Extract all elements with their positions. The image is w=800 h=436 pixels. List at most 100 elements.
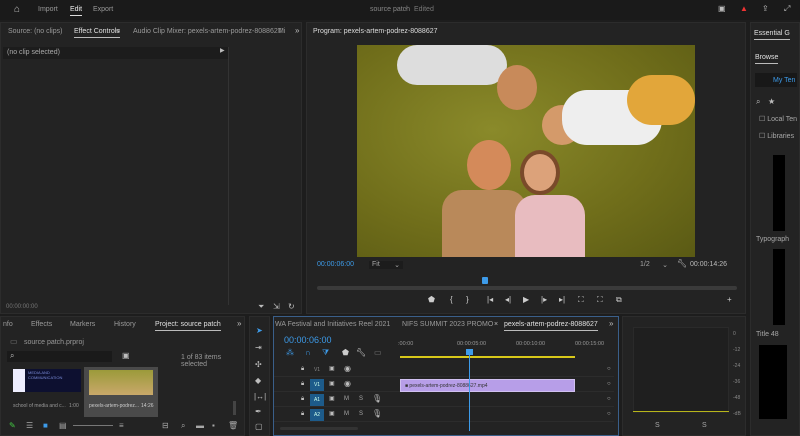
tab-sequence-1[interactable]: WA Festival and Initiatives Reel 2021 <box>275 321 390 328</box>
libraries-checkbox[interactable]: ☐ Libraries <box>759 132 794 140</box>
track-scroll-handle[interactable]: ○ <box>607 396 611 402</box>
add-button-icon[interactable]: + <box>727 295 732 304</box>
my-templates-button[interactable]: My Ten <box>773 77 795 84</box>
scrollbar[interactable] <box>233 401 236 415</box>
ripple-edit-icon[interactable]: ✣ <box>255 361 262 369</box>
track-scroll-handle[interactable]: ○ <box>607 411 611 417</box>
share-icon[interactable]: ⇪ <box>762 5 769 13</box>
lock-icon[interactable]: 🔒︎ <box>301 411 304 417</box>
go-to-in-icon[interactable]: |◂ <box>487 295 493 304</box>
eye-icon[interactable]: ◉ <box>344 365 351 373</box>
tab-browse[interactable]: Browse <box>755 54 779 64</box>
mic-icon[interactable]: 🎙︎ <box>372 395 382 403</box>
razor-icon[interactable]: ◆ <box>255 377 261 385</box>
track-select-icon[interactable]: ⇥ <box>255 344 262 352</box>
find-icon[interactable]: ⌕ <box>181 421 185 431</box>
tab-source[interactable]: Source: (no clips) <box>8 28 62 35</box>
solo-button[interactable]: S <box>359 411 363 417</box>
tab-more[interactable]: Mi <box>278 28 285 35</box>
tab-sequence-2[interactable]: NIFS SUMMIT 2023 PROMO <box>402 321 493 328</box>
sync-lock-icon[interactable]: ▣ <box>329 411 335 417</box>
overflow-icon[interactable]: » <box>609 320 613 328</box>
extract-icon[interactable]: ⛶ <box>597 295 603 305</box>
track-v1[interactable]: 🔒︎ V1 ▣ ◉ ○ <box>274 363 614 377</box>
play-icon[interactable]: ▶ <box>523 295 529 304</box>
local-templates-checkbox[interactable]: ☐ Local Ten <box>759 115 797 123</box>
snap-icon[interactable]: ∩ <box>305 348 311 357</box>
export-frame-icon[interactable]: ⇲ <box>273 303 280 311</box>
panel-menu-icon[interactable]: ≡ <box>116 28 120 35</box>
mute-button[interactable]: M <box>344 411 349 417</box>
overflow-icon[interactable]: » <box>237 320 241 328</box>
horizontal-scrollbar[interactable] <box>280 427 358 430</box>
tab-audio-clip-mixer[interactable]: Audio Clip Mixer: pexels-artem-podrez-80… <box>133 28 282 35</box>
zoom-slider[interactable] <box>73 425 113 426</box>
track-scroll-handle[interactable]: ○ <box>607 381 611 387</box>
video-clip[interactable]: ■ pexels-artem-podrez-8088627.mp4 <box>400 379 575 392</box>
new-bin-icon[interactable]: ▣ <box>122 352 130 360</box>
new-item-icon[interactable]: ▪ <box>212 421 215 430</box>
track-target[interactable]: A2 <box>310 409 324 421</box>
rectangle-icon[interactable]: ▢ <box>255 423 263 431</box>
mark-in-icon[interactable]: { <box>450 295 453 304</box>
timeline-playhead[interactable] <box>466 349 473 431</box>
home-icon[interactable]: ⌂ <box>14 5 20 15</box>
step-forward-icon[interactable]: |▸ <box>541 295 547 304</box>
solo-button[interactable]: S <box>359 396 363 402</box>
pencil-icon[interactable]: ✎ <box>9 421 16 430</box>
track-target[interactable]: V1 <box>310 364 324 376</box>
lift-icon[interactable]: ⛶ <box>578 295 584 305</box>
selection-tool-icon[interactable]: ➤ <box>256 327 263 335</box>
settings-icon[interactable]: 🔧︎ <box>356 348 366 357</box>
lock-icon[interactable]: 🔒︎ <box>301 366 304 372</box>
new-bin-icon[interactable]: ▬ <box>196 421 204 430</box>
nest-icon[interactable]: ⁂ <box>286 348 294 357</box>
work-area-bar[interactable] <box>400 356 575 358</box>
resolution-select[interactable]: 1/2 ⌄ <box>637 261 671 269</box>
sync-lock-icon[interactable]: ▣ <box>329 381 335 387</box>
icon-view-icon[interactable]: ■ <box>43 421 48 430</box>
fullscreen-icon[interactable]: ⤢ <box>784 5 790 13</box>
tab-effect-controls[interactable]: Effect Controls <box>74 28 120 38</box>
project-item-selected[interactable]: pexels-artem-podrez... 14:26 <box>84 367 158 417</box>
alert-icon[interactable]: ▲ <box>740 5 748 13</box>
lock-icon[interactable]: 🔒︎ <box>301 396 304 402</box>
track-a2[interactable]: 🔒︎ A2 ▣ M S 🎙︎ ○ <box>274 408 614 422</box>
sort-icon[interactable]: ≡ <box>119 421 124 430</box>
go-to-out-icon[interactable]: ▸| <box>559 295 565 304</box>
automate-icon[interactable]: ⊟ <box>162 421 169 430</box>
track-v1[interactable]: 🔒︎ V1 ▣ ◉ ■ pexels-artem-podrez-8088627.mp4 ○ <box>274 378 614 392</box>
add-marker-icon[interactable]: ⬟ <box>428 295 435 304</box>
track-scroll-handle[interactable]: ○ <box>607 366 611 372</box>
freeform-view-icon[interactable]: ▤ <box>59 421 67 430</box>
star-icon[interactable]: ★ <box>768 98 775 106</box>
solo-right[interactable]: S <box>702 422 707 429</box>
sync-lock-icon[interactable]: ▣ <box>329 396 335 402</box>
scrub-bar[interactable] <box>317 286 737 290</box>
add-marker-icon[interactable]: ⬟ <box>342 348 349 357</box>
track-a1[interactable]: 🔒︎ A1 ▣ M S 🎙︎ ○ <box>274 393 614 407</box>
export-frame-icon[interactable]: ⧉ <box>616 295 622 305</box>
wrench-icon[interactable]: 🔧︎ <box>677 260 687 268</box>
template-thumbnail[interactable] <box>759 345 787 419</box>
current-timecode[interactable]: 00:00:06:00 <box>317 261 354 268</box>
template-thumbnail[interactable] <box>773 249 785 325</box>
track-target[interactable]: V1 <box>310 379 324 391</box>
pen-icon[interactable]: ✒ <box>255 408 262 416</box>
quick-export-icon[interactable]: ▣ <box>718 5 726 13</box>
nav-export[interactable]: Export <box>93 6 113 13</box>
project-item[interactable]: MEDIA AND COMMUNICATION school of media … <box>9 367 84 417</box>
mute-button[interactable]: M <box>344 396 349 402</box>
captions-icon[interactable]: ▭ <box>374 348 382 357</box>
mark-out-icon[interactable]: } <box>466 295 469 304</box>
search-icon[interactable]: ⌕ <box>756 98 760 106</box>
timeline-timecode[interactable]: 00:00:06:00 <box>284 335 332 345</box>
tab-effects[interactable]: Effects <box>31 321 52 328</box>
eye-icon[interactable]: ◉ <box>344 380 351 388</box>
lock-icon[interactable]: 🔒︎ <box>301 381 304 387</box>
tab-sequence-3[interactable]: pexels-artem-podrez-8088627 <box>504 321 598 331</box>
solo-left[interactable]: S <box>655 422 660 429</box>
tab-markers[interactable]: Markers <box>70 321 95 328</box>
close-tab-icon[interactable]: × <box>494 321 498 328</box>
nav-edit[interactable]: Edit <box>70 6 83 16</box>
